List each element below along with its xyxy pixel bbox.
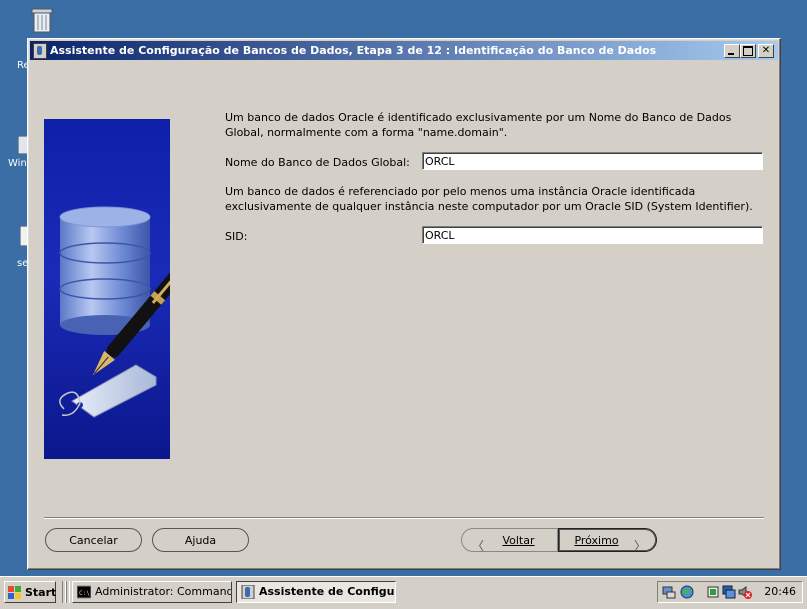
wizard-illustration bbox=[44, 119, 170, 459]
taskbar-divider bbox=[66, 581, 70, 603]
back-button[interactable]: 〈 Voltar bbox=[461, 528, 558, 553]
intro-text-line2: Global, normalmente com a forma "name.do… bbox=[225, 126, 508, 139]
task-config-assistant[interactable]: Assistente de Configu... bbox=[236, 581, 396, 603]
next-label: Próximo bbox=[574, 534, 619, 547]
task-command-label: Administrator: Command... bbox=[95, 585, 232, 598]
start-label: Start bbox=[25, 586, 57, 599]
database-pen-icon bbox=[59, 206, 170, 418]
close-icon: ✕ bbox=[761, 45, 771, 56]
cancel-button[interactable]: Cancelar bbox=[45, 528, 142, 552]
intro-text-line1: Um banco de dados Oracle é identificado … bbox=[225, 111, 732, 124]
taskbar: Start C:\ Administrator: Command... Assi… bbox=[0, 576, 807, 609]
maximize-button[interactable] bbox=[740, 44, 756, 58]
global-name-label: Nome do Banco de Dados Global: bbox=[225, 156, 410, 169]
app-window-icon bbox=[33, 43, 47, 59]
monitor-icon[interactable] bbox=[722, 585, 736, 599]
minimize-button[interactable] bbox=[724, 44, 740, 58]
database-assistant-icon bbox=[241, 585, 255, 599]
recycle-bin-icon bbox=[31, 8, 53, 33]
sid-description-line2: exclusivamente de qualquer instância nes… bbox=[225, 200, 753, 213]
maximize-icon bbox=[743, 46, 753, 56]
title-bar[interactable]: Assistente de Configuração de Bancos de … bbox=[30, 41, 778, 60]
help-button[interactable]: Ajuda bbox=[152, 528, 249, 552]
task-config-label: Assistente de Configu... bbox=[259, 585, 396, 598]
minimize-icon bbox=[728, 53, 734, 55]
start-button[interactable]: Start bbox=[4, 581, 56, 603]
next-button[interactable]: Próximo 〉 bbox=[558, 528, 657, 553]
recycle-bin-desktop-icon[interactable] bbox=[0, 6, 53, 39]
global-name-input[interactable]: ORCL bbox=[422, 152, 763, 170]
network-icon[interactable] bbox=[662, 585, 676, 599]
task-command-prompt[interactable]: C:\ Administrator: Command... bbox=[72, 581, 232, 603]
desktop-label-win: Win bbox=[8, 158, 27, 169]
help-label: Ajuda bbox=[184, 534, 217, 547]
speaker-muted-icon[interactable] bbox=[738, 585, 752, 599]
sid-description-line1: Um banco de dados é referenciado por pel… bbox=[225, 185, 696, 198]
system-tray: 20:46 bbox=[657, 581, 803, 603]
chevron-left-icon: 〈 bbox=[472, 539, 485, 553]
chevron-right-icon: 〉 bbox=[633, 539, 646, 553]
window-title: Assistente de Configuração de Bancos de … bbox=[50, 44, 657, 57]
back-label: Voltar bbox=[502, 534, 535, 547]
button-separator bbox=[44, 517, 764, 519]
clock[interactable]: 20:46 bbox=[764, 582, 796, 602]
cancel-label: Cancelar bbox=[69, 534, 118, 547]
svg-text:C:\: C:\ bbox=[79, 590, 90, 597]
wizard-window: Assistente de Configuração de Bancos de … bbox=[27, 38, 781, 570]
close-button[interactable]: ✕ bbox=[758, 44, 774, 58]
shield-icon[interactable] bbox=[706, 585, 720, 599]
windows-flag-icon bbox=[8, 586, 21, 599]
console-icon: C:\ bbox=[77, 585, 91, 599]
sid-input[interactable]: ORCL bbox=[422, 226, 763, 244]
globe-icon[interactable] bbox=[680, 585, 694, 599]
sid-label: SID: bbox=[225, 230, 248, 243]
